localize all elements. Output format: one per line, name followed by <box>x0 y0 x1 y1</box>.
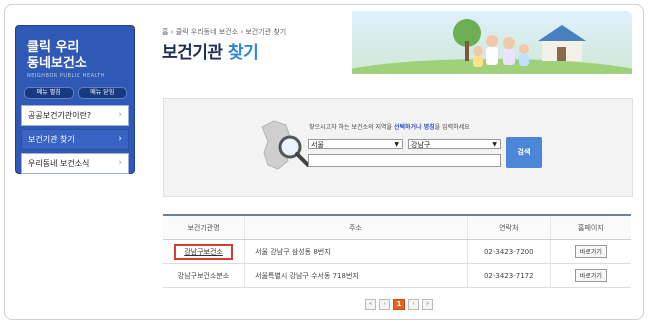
homepage-link-button[interactable]: 바로가기 <box>574 269 607 282</box>
search-instruction: 찾으시고자 하는 보건소의 지역을 선택하거나 명칭을 입력하세요 <box>309 122 470 131</box>
sidebar-item-label: 우리동네 보건소식 <box>28 159 90 168</box>
address-cell: 서울 강남구 삼성동 8번지 <box>244 239 468 264</box>
phone-cell: 02-3423-7200 <box>466 239 551 264</box>
page-title-highlight: 찾기 <box>227 43 259 63</box>
dropdown-arrow-icon: ▼ <box>492 141 497 148</box>
pagination: « ‹ 1 › » <box>365 299 433 310</box>
address-cell: 서울특별시 강남구 수서동 718번지 <box>244 263 468 288</box>
family-house-illustration <box>352 19 632 74</box>
sidebar-title: 클릭 우리 동네보건소 <box>27 40 87 72</box>
search-instruction-suffix: 을 입력하세요 <box>434 124 470 131</box>
first-page-button[interactable]: « <box>365 299 376 310</box>
sidebar-item-label: 보건기관 찾기 <box>28 135 75 144</box>
menu-expand-button[interactable]: 메뉴 펼침 <box>24 87 74 99</box>
sidebar-item-label: 공공보건기관이란? <box>28 111 92 120</box>
sidebar-title-line1: 클릭 우리 <box>27 40 80 55</box>
search-instruction-highlight: 선택하거나 명칭 <box>393 124 435 131</box>
facility-name-cell: 강남구보건소 <box>163 239 245 264</box>
page-title-main: 보건기관 <box>162 43 228 63</box>
district-select-value: 강남구 <box>411 141 431 149</box>
table-row: 강남구보건소분소 서울특별시 강남구 수서동 718번지 02-3423-717… <box>163 263 631 288</box>
column-header-address: 주소 <box>244 214 468 240</box>
facility-name-link[interactable]: 강남구보건소 <box>184 248 223 256</box>
prev-page-button[interactable]: ‹ <box>379 299 390 310</box>
city-select-value: 서울 <box>311 141 324 149</box>
chevron-right-icon: › <box>118 134 122 144</box>
page-title: 보건기관 찾기 <box>162 38 259 63</box>
sidebar: 클릭 우리 동네보건소 NEIGHBOR PUBLIC HEALTH 메뉴 펼침… <box>15 25 135 174</box>
sidebar-item-find-facility[interactable]: 보건기관 찾기 › <box>21 129 129 150</box>
hero-banner-image <box>352 11 632 74</box>
column-header-name: 보건기관명 <box>163 214 245 240</box>
table-header-row: 보건기관명 주소 연락처 홈페이지 <box>163 214 631 240</box>
results-table: 보건기관명 주소 연락처 홈페이지 강남구보건소 서울 강남구 삼성동 8번지 … <box>163 214 631 288</box>
search-button[interactable]: 검색 <box>506 137 542 168</box>
table-row: 강남구보건소 서울 강남구 삼성동 8번지 02-3423-7200 바로가기 <box>163 239 631 264</box>
search-instruction-text: 찾으시고자 하는 보건소의 지역을 <box>309 124 394 131</box>
phone-cell: 02-3423-7172 <box>466 263 551 288</box>
facility-name-input[interactable] <box>308 154 501 167</box>
district-select[interactable]: 강남구 ▼ <box>408 139 501 149</box>
column-header-homepage: 홈페이지 <box>549 214 631 240</box>
chevron-right-icon: › <box>118 110 122 120</box>
facility-name-cell[interactable]: 강남구보건소분소 <box>163 263 245 288</box>
chevron-right-icon: › <box>118 158 122 168</box>
homepage-cell: 바로가기 <box>549 263 631 288</box>
menu-collapse-button[interactable]: 메뉴 닫힘 <box>77 87 127 99</box>
column-header-phone: 연락처 <box>466 214 551 240</box>
menu-toggle-group: 메뉴 펼침 메뉴 닫힘 <box>24 87 127 99</box>
homepage-cell: 바로가기 <box>549 239 631 264</box>
highlight-box: 강남구보건소 <box>174 243 233 260</box>
current-page-number[interactable]: 1 <box>393 299 405 310</box>
sidebar-item-about[interactable]: 공공보건기관이란? › <box>21 105 129 126</box>
homepage-link-button[interactable]: 바로가기 <box>574 245 607 258</box>
last-page-button[interactable]: » <box>422 299 433 310</box>
sidebar-item-local-news[interactable]: 우리동네 보건소식 › <box>21 153 129 174</box>
sidebar-title-line2: 동네보건소 <box>27 56 87 71</box>
city-select[interactable]: 서울 ▼ <box>308 139 403 149</box>
next-page-button[interactable]: › <box>408 299 419 310</box>
dropdown-arrow-icon: ▼ <box>394 141 399 148</box>
sidebar-menu: 공공보건기관이란? › 보건기관 찾기 › 우리동네 보건소식 › <box>21 105 129 177</box>
sidebar-subtitle: NEIGHBOR PUBLIC HEALTH <box>27 73 106 79</box>
breadcrumb: 홈 › 클릭 우리동네 보건소 › 보건기관 찾기 <box>162 28 287 36</box>
